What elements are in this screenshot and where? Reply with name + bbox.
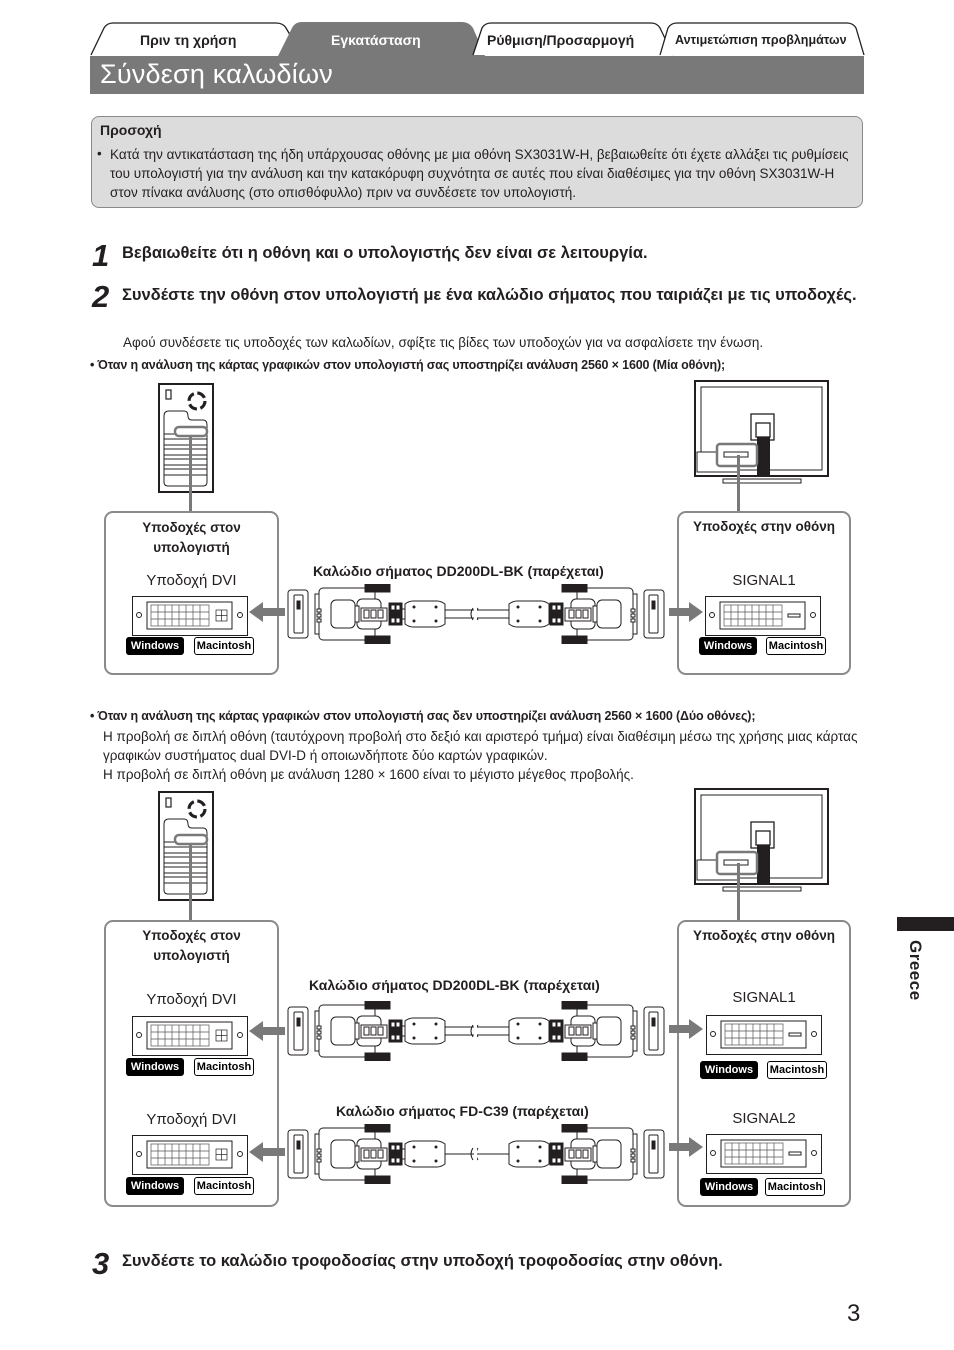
dual-display-text-1: Η προβολή σε διπλή οθόνη (ταυτόχρονη προ… xyxy=(103,729,858,763)
dvi-port-drawing xyxy=(710,1020,817,1049)
monitor-port-label-2: SIGNAL2 xyxy=(732,1110,796,1127)
page-number: 3 xyxy=(847,1300,861,1327)
monitor-rear-illustration xyxy=(694,380,829,484)
cable-label-dd200dl: Καλώδιο σήματος DD200DL-BK (παρέχεται) xyxy=(309,977,600,993)
arrow-left-icon xyxy=(249,1142,285,1162)
pc-dvi-port xyxy=(132,596,248,636)
macintosh-badge: Macintosh xyxy=(194,1177,254,1195)
pc-dvi-port-2 xyxy=(132,1135,248,1175)
page-title: Σύνδεση καλωδίων xyxy=(100,59,333,89)
single-display-heading: • Όταν η ανάλυση της κάρτας γραφικών στο… xyxy=(90,358,726,372)
dvi-port-drawing xyxy=(136,1021,243,1050)
pc-port-label-2: Υποδοχή DVI xyxy=(146,1111,237,1128)
dvi-port-drawing xyxy=(710,1139,817,1168)
language-label: Greece xyxy=(906,940,925,1001)
step-3-text: Συνδέστε το καλώδιο τροφοδοσίας στην υπο… xyxy=(122,1252,723,1270)
pc-callout-line xyxy=(189,436,192,512)
arrow-right-icon xyxy=(669,1137,703,1157)
monitor-port-label: SIGNAL1 xyxy=(732,572,796,589)
windows-badge: Windows xyxy=(700,1178,758,1196)
step-1-number: 1 xyxy=(92,238,110,273)
dvi-cable-illustration xyxy=(287,1124,665,1184)
monitor-signal2-port xyxy=(706,1134,822,1174)
monitor-panel-title: Υποδοχές στην οθόνη xyxy=(692,519,836,534)
macintosh-badge: Macintosh xyxy=(765,1178,825,1196)
computer-tower-illustration xyxy=(158,791,214,901)
monitor-callout-line xyxy=(737,863,740,920)
step-2-number: 2 xyxy=(92,279,110,314)
cable-label-fd-c39: Καλώδιο σήματος FD-C39 (παρέχεται) xyxy=(336,1103,589,1119)
tab-installation[interactable]: Εγκατάσταση xyxy=(331,32,421,48)
step-2-note: Αφού συνδέσετε τις υποδοχές των καλωδίων… xyxy=(123,335,764,350)
dual-display-text-2: Η προβολή σε διπλή οθόνη με ανάλυση 1280… xyxy=(103,767,634,782)
title-bar: Σύνδεση καλωδίων xyxy=(90,56,864,94)
windows-badge: Windows xyxy=(126,637,184,655)
dual-display-heading: • Όταν η ανάλυση της κάρτας γραφικών στο… xyxy=(90,709,756,723)
arrow-left-icon xyxy=(249,1021,285,1041)
dvi-port-drawing xyxy=(136,1140,243,1169)
pc-port-label-1: Υποδοχή DVI xyxy=(146,991,237,1008)
monitor-callout-line xyxy=(737,455,740,512)
monitor-connectors-panel: Υποδοχές στην οθόνη SIGNAL1 Windows Maci… xyxy=(677,920,851,1207)
pc-callout-line xyxy=(189,844,192,921)
windows-badge: Windows xyxy=(126,1058,184,1076)
step-1-text: Βεβαιωθείτε ότι η οθόνη και ο υπολογιστή… xyxy=(122,244,648,262)
dvi-cable-illustration xyxy=(287,584,665,644)
tab-settings-adjustment[interactable]: Ρύθμιση/Προσαρμογή xyxy=(487,32,634,48)
step-2-text: Συνδέστε την οθόνη στον υπολογιστή με έν… xyxy=(122,286,857,304)
cable-label-dd200dl: Καλώδιο σήματος DD200DL-BK (παρέχεται) xyxy=(313,563,604,579)
macintosh-badge: Macintosh xyxy=(766,637,826,655)
monitor-rear-illustration xyxy=(694,788,829,892)
macintosh-badge: Macintosh xyxy=(194,637,254,655)
monitor-connectors-panel: Υποδοχές στην οθόνη SIGNAL1 Windows Maci… xyxy=(677,511,851,675)
windows-badge: Windows xyxy=(126,1177,184,1195)
caution-bullet: • xyxy=(97,146,102,161)
caution-text: Κατά την αντικατάσταση της ήδη υπάρχουσα… xyxy=(110,147,849,200)
arrow-right-icon xyxy=(669,602,703,622)
language-side-tab xyxy=(897,917,954,931)
arrow-left-icon xyxy=(249,602,285,622)
step-3-number: 3 xyxy=(92,1246,110,1281)
dvi-port-drawing xyxy=(709,601,816,630)
pc-panel-title: Υποδοχές στον υπολογιστή xyxy=(142,520,241,555)
tab-troubleshooting[interactable]: Αντιμετώπιση προβλημάτων xyxy=(675,33,847,47)
pc-connectors-panel: Υποδοχές στον υπολογιστή Υποδοχή DVI Win… xyxy=(104,511,279,675)
dvi-port-drawing xyxy=(136,601,243,630)
monitor-signal1-port xyxy=(705,596,821,636)
monitor-port-label-1: SIGNAL1 xyxy=(732,989,796,1006)
monitor-panel-title: Υποδοχές στην οθόνη xyxy=(692,928,836,943)
dvi-cable-illustration xyxy=(287,1001,665,1061)
macintosh-badge: Macintosh xyxy=(194,1058,254,1076)
computer-tower-illustration xyxy=(158,383,214,493)
pc-connectors-panel: Υποδοχές στον υπολογιστή Υποδοχή DVI Win… xyxy=(104,920,279,1207)
macintosh-badge: Macintosh xyxy=(767,1061,827,1079)
monitor-signal1-port xyxy=(706,1015,822,1055)
caution-box: Προσοχή • Κατά την αντικατάσταση της ήδη… xyxy=(91,116,863,208)
pc-panel-title: Υποδοχές στον υπολογιστή xyxy=(142,928,241,963)
tab-before-use[interactable]: Πριν τη χρήση xyxy=(140,32,236,48)
pc-dvi-port-1 xyxy=(132,1016,248,1056)
caution-title: Προσοχή xyxy=(100,122,162,138)
windows-badge: Windows xyxy=(699,637,757,655)
windows-badge: Windows xyxy=(700,1061,758,1079)
pc-port-label: Υποδοχή DVI xyxy=(146,572,237,589)
arrow-right-icon xyxy=(669,1019,703,1039)
section-tabs: Πριν τη χρήση Εγκατάσταση Ρύθμιση/Προσαρ… xyxy=(90,22,865,56)
